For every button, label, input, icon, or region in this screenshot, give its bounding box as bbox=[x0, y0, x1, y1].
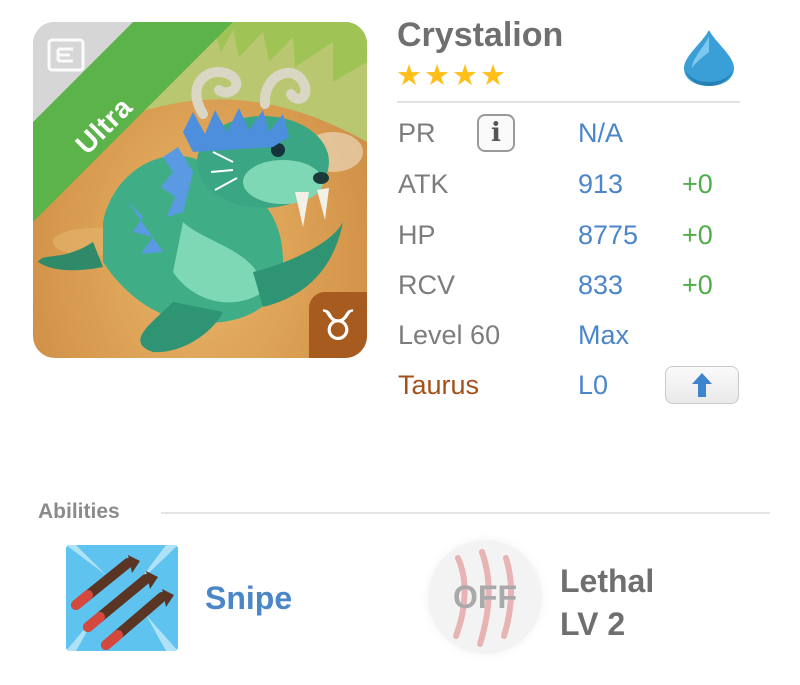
upgrade-button[interactable] bbox=[665, 366, 739, 404]
monster-portrait[interactable]: Ultra ♉ bbox=[33, 22, 367, 358]
lethal-ability-level: LV 2 bbox=[560, 606, 626, 642]
zodiac-level-value: L0 bbox=[578, 370, 609, 400]
pr-label: PR bbox=[398, 118, 436, 148]
header-divider bbox=[397, 101, 740, 103]
abilities-heading: Abilities bbox=[38, 500, 120, 523]
monster-name: Crystalion bbox=[397, 16, 564, 54]
info-icon: i bbox=[491, 118, 501, 148]
arrow-up-icon bbox=[692, 373, 712, 397]
pr-value: N/A bbox=[578, 118, 624, 148]
taurus-zodiac-icon: ♉ bbox=[309, 292, 367, 358]
atk-value: 913 bbox=[578, 169, 624, 199]
rcv-label: RCV bbox=[398, 270, 456, 300]
lethal-ability-toggle[interactable]: OFF bbox=[428, 540, 542, 654]
hp-value: 8775 bbox=[578, 220, 639, 250]
level-label: Level 60 bbox=[398, 320, 501, 350]
rcv-value: 833 bbox=[578, 270, 624, 300]
lethal-ability-name: Lethal bbox=[560, 563, 655, 599]
star-rating: ★★★★ bbox=[396, 58, 508, 92]
water-drop-icon bbox=[678, 28, 740, 91]
snipe-ability-name[interactable]: Snipe bbox=[205, 580, 292, 617]
hp-bonus: +0 bbox=[682, 220, 713, 250]
atk-label: ATK bbox=[398, 169, 449, 199]
abilities-divider bbox=[161, 512, 770, 514]
hp-label: HP bbox=[398, 220, 436, 250]
snipe-ability-icon[interactable] bbox=[66, 545, 178, 651]
ability-off-label: OFF bbox=[453, 578, 517, 615]
info-button[interactable]: i bbox=[477, 114, 515, 152]
rcv-bonus: +0 bbox=[682, 270, 713, 300]
zodiac-sign-label: Taurus bbox=[398, 370, 480, 400]
level-value: Max bbox=[578, 320, 630, 350]
atk-bonus: +0 bbox=[682, 169, 713, 199]
